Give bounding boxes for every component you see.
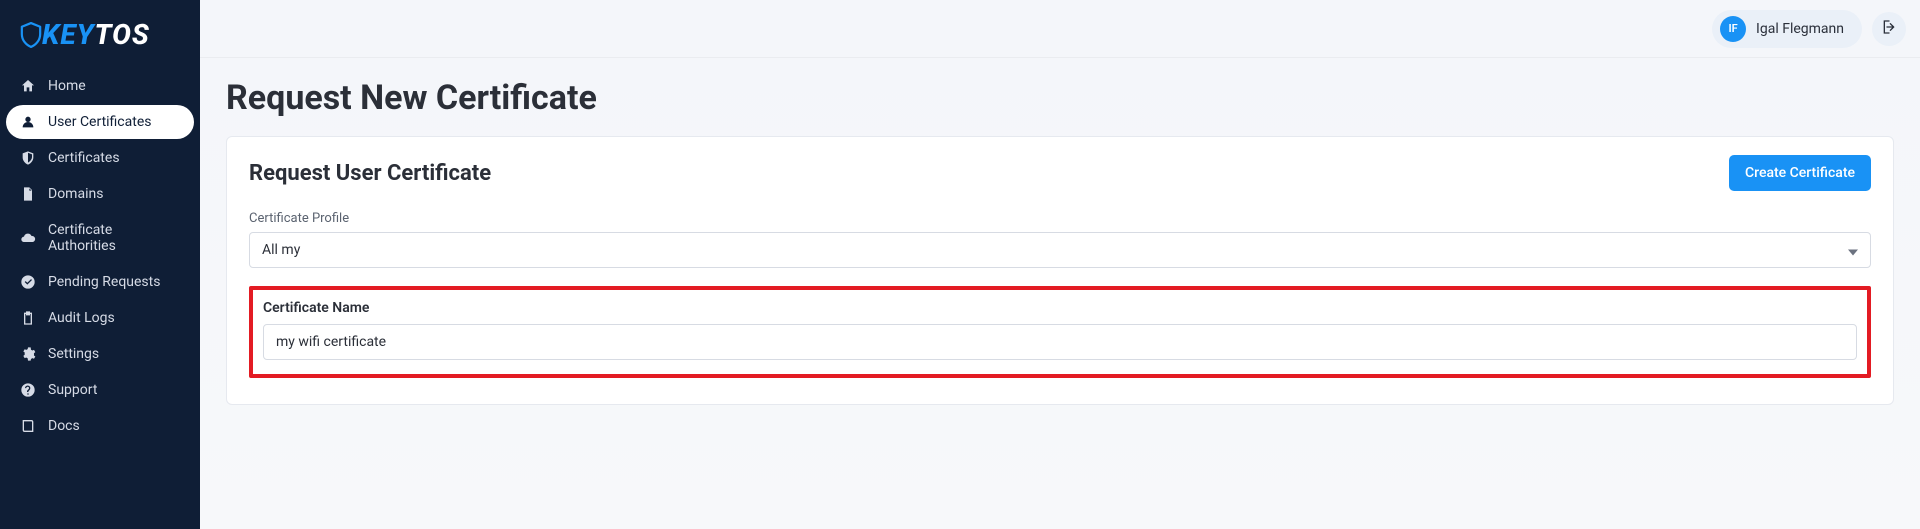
logout-button[interactable] (1872, 12, 1906, 46)
check-circle-icon (20, 274, 36, 290)
sidebar-item-pending-requests[interactable]: Pending Requests (6, 265, 194, 299)
file-icon (20, 186, 36, 202)
sidebar-item-audit-logs[interactable]: Audit Logs (6, 301, 194, 335)
user-cert-icon (20, 114, 36, 130)
sidebar-item-label: Audit Logs (48, 310, 115, 326)
book-icon (20, 418, 36, 434)
sidebar-item-domains[interactable]: Domains (6, 177, 194, 211)
help-circle-icon (20, 382, 36, 398)
certificate-profile-field: Certificate Profile All my (249, 211, 1871, 268)
certificate-profile-label: Certificate Profile (249, 211, 1871, 226)
sidebar-item-label: Certificates (48, 150, 120, 166)
request-card: Request User Certificate Create Certific… (226, 136, 1894, 405)
logo: KEYTOS (0, 8, 200, 69)
logout-icon (1881, 19, 1897, 39)
home-icon (20, 78, 36, 94)
sidebar-item-label: Domains (48, 186, 103, 202)
avatar: IF (1720, 16, 1746, 42)
certificate-name-highlight: Certificate Name (249, 286, 1871, 378)
sidebar-item-label: Settings (48, 346, 99, 362)
certificate-name-input[interactable] (263, 324, 1857, 360)
shield-icon (20, 22, 42, 48)
page-title: Request New Certificate (226, 78, 1894, 118)
sidebar-item-label: User Certificates (48, 114, 151, 130)
sidebar-item-home[interactable]: Home (6, 69, 194, 103)
nav: Home User Certificates Certificates Doma… (0, 69, 200, 443)
sidebar-item-label: Docs (48, 418, 80, 434)
sidebar: KEYTOS Home User Certificates Certificat… (0, 0, 200, 529)
sidebar-item-support[interactable]: Support (6, 373, 194, 407)
certificate-name-label: Certificate Name (263, 300, 1857, 316)
chevron-down-icon (1848, 241, 1858, 260)
sidebar-item-cert-authorities[interactable]: Certificate Authorities (6, 213, 194, 263)
sidebar-item-label: Home (48, 78, 86, 94)
card-header: Request User Certificate Create Certific… (249, 155, 1871, 191)
logo-text-post: TOS (95, 18, 150, 51)
sidebar-item-label: Pending Requests (48, 274, 160, 290)
content: Request New Certificate Request User Cer… (200, 58, 1920, 425)
logo-text-mid: EY (60, 18, 94, 51)
sidebar-item-settings[interactable]: Settings (6, 337, 194, 371)
user-name: Igal Flegmann (1756, 21, 1844, 37)
sidebar-item-label: Certificate Authorities (48, 222, 180, 254)
create-certificate-button[interactable]: Create Certificate (1729, 155, 1871, 191)
card-title: Request User Certificate (249, 161, 491, 186)
certificate-profile-select[interactable]: All my (249, 232, 1871, 268)
clipboard-icon (20, 310, 36, 326)
gear-icon (20, 346, 36, 362)
logo-text-pre: K (42, 18, 60, 51)
sidebar-item-docs[interactable]: Docs (6, 409, 194, 443)
sidebar-item-user-certificates[interactable]: User Certificates (6, 105, 194, 139)
cloud-icon (20, 230, 36, 246)
main: IF Igal Flegmann Request New Certificate… (200, 0, 1920, 529)
sidebar-item-label: Support (48, 382, 97, 398)
topbar: IF Igal Flegmann (200, 0, 1920, 58)
shield-half-icon (20, 150, 36, 166)
user-menu[interactable]: IF Igal Flegmann (1712, 10, 1862, 48)
certificate-profile-value: All my (250, 233, 1870, 267)
sidebar-item-certificates[interactable]: Certificates (6, 141, 194, 175)
